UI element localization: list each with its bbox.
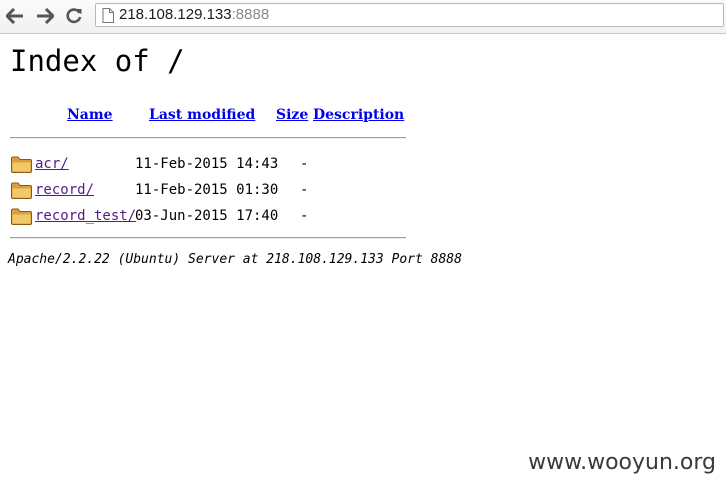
list-item: acr/ 11-Feb-2015 14:43 - <box>0 153 420 177</box>
entry-size: - <box>300 156 309 172</box>
list-item: record/ 11-Feb-2015 01:30 - <box>0 179 420 203</box>
url-host: 218.108.129.133 <box>119 6 232 23</box>
entry-link-record[interactable]: record/ <box>35 181 94 199</box>
reload-button[interactable] <box>63 5 85 27</box>
server-signature: Apache/2.2.22 (Ubuntu) Server at 218.108… <box>8 252 462 267</box>
entry-link-record-test[interactable]: record_test/ <box>35 207 136 225</box>
document-icon <box>102 8 114 23</box>
folder-icon <box>11 208 32 225</box>
arrow-right-icon <box>37 8 54 24</box>
back-button[interactable] <box>4 5 26 27</box>
entry-modified: 11-Feb-2015 01:30 <box>135 182 279 198</box>
entry-size: - <box>300 208 309 224</box>
entry-modified: 11-Feb-2015 14:43 <box>135 156 279 172</box>
page-title: Index of / <box>10 44 185 78</box>
url-port: :8888 <box>231 6 270 23</box>
forward-button[interactable] <box>34 5 56 27</box>
folder-icon <box>11 182 32 199</box>
browser-toolbar: 218.108.129.133:8888 <box>0 0 726 34</box>
watermark: www.wooyun.org <box>528 450 716 475</box>
entry-size: - <box>300 182 309 198</box>
footer-divider <box>10 237 406 239</box>
address-bar[interactable]: 218.108.129.133:8888 <box>95 3 724 27</box>
header-divider <box>10 137 406 139</box>
folder-icon <box>11 156 32 173</box>
url-text[interactable]: 218.108.129.133:8888 <box>119 6 269 24</box>
entry-modified: 03-Jun-2015 17:40 <box>135 208 279 224</box>
sort-by-description-link[interactable]: Description <box>313 106 404 124</box>
entry-link-acr[interactable]: acr/ <box>35 155 69 173</box>
arrow-left-icon <box>6 8 23 24</box>
sort-by-last-modified-link[interactable]: Last modified <box>149 106 255 124</box>
list-item: record_test/ 03-Jun-2015 17:40 - <box>0 205 420 229</box>
sort-by-name-link[interactable]: Name <box>67 106 113 124</box>
sort-by-size-link[interactable]: Size <box>276 106 308 124</box>
reload-icon <box>66 8 82 24</box>
